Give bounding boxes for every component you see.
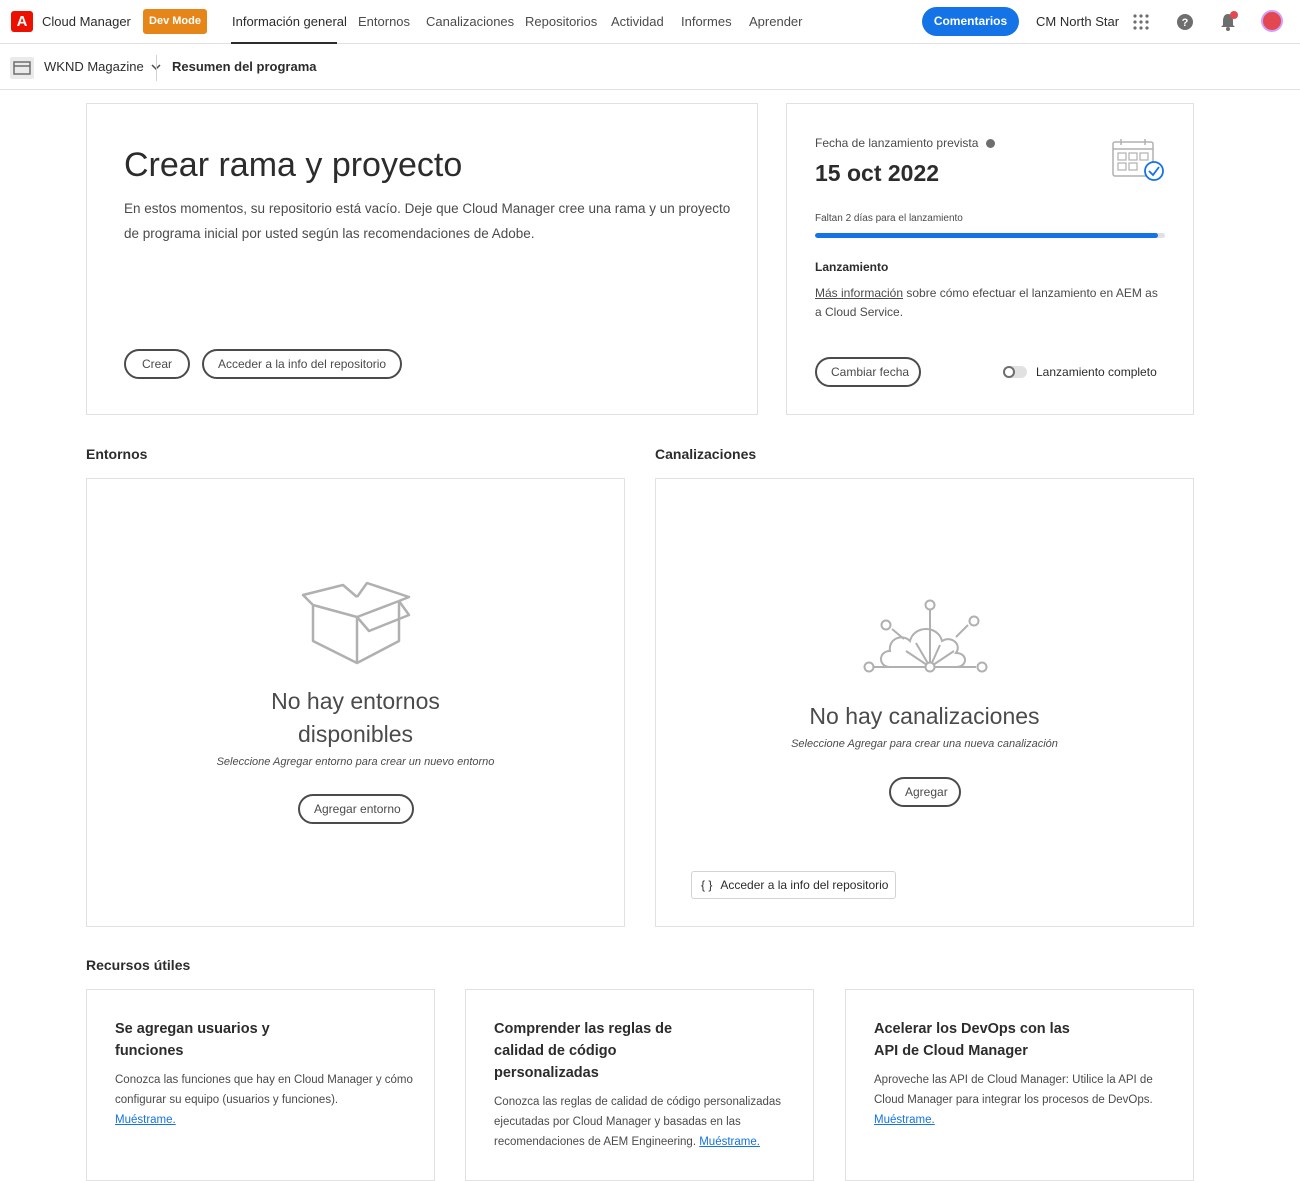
resources-heading: Recursos útiles — [86, 957, 191, 973]
create-button[interactable]: Crear — [124, 349, 190, 379]
dev-mode-badge[interactable]: Dev Mode — [143, 9, 207, 34]
nav-pipelines[interactable]: Canalizaciones — [426, 14, 514, 29]
launch-date-label: Fecha de lanzamiento prevista — [815, 136, 995, 150]
nav-environments[interactable]: Entornos — [358, 14, 410, 29]
pipelines-heading: Canalizaciones — [655, 446, 757, 462]
nav-overview[interactable]: Información general — [232, 14, 347, 29]
code-braces-icon: { } — [701, 878, 713, 892]
environments-empty-title-2: disponibles — [297, 721, 414, 747]
days-remaining: Faltan 2 días para el lanzamiento — [815, 213, 963, 224]
program-icon — [10, 57, 34, 79]
resource-title: Comprender las reglas de calidad de códi… — [494, 1021, 673, 1081]
change-date-button[interactable]: Cambiar fecha — [815, 357, 921, 387]
svg-text:?: ? — [1182, 17, 1189, 29]
nav-activity[interactable]: Actividad — [611, 14, 664, 29]
info-icon[interactable] — [985, 139, 995, 148]
nav-repositories[interactable]: Repositorios — [525, 14, 597, 29]
feedback-button[interactable]: Comentarios — [922, 7, 1019, 36]
app-name[interactable]: Cloud Manager — [42, 14, 131, 29]
environments-heading: Entornos — [86, 446, 148, 462]
environments-card: No hay entornos disponibles Seleccione A… — [86, 478, 625, 927]
launch-progress-fill — [815, 233, 1158, 238]
cloud-network-icon — [856, 595, 996, 684]
program-name: WKND Magazine — [44, 59, 144, 74]
resource-card-quality-rules: Comprender las reglas de calidad de códi… — [465, 989, 814, 1181]
launch-progress-bar — [815, 233, 1165, 238]
pipelines-empty-title: No hay canalizaciones — [809, 703, 1040, 729]
program-header: WKND Magazine Resumen del programa — [0, 45, 1300, 90]
launch-date: 15 oct 2022 — [815, 160, 940, 186]
apps-grid-icon[interactable] — [1129, 10, 1153, 34]
resource-card-api: Acelerar los DevOps con las API de Cloud… — [845, 989, 1194, 1181]
more-info-link[interactable]: Más información — [815, 286, 903, 300]
launch-card: Fecha de lanzamiento prevista 15 oct 202… — [786, 103, 1194, 415]
add-pipeline-button[interactable]: Agregar — [889, 777, 961, 807]
pipelines-repo-info-button[interactable]: { } Acceder a la info del repositorio — [691, 871, 896, 899]
top-nav: A Cloud Manager Dev Mode Información gen… — [0, 0, 1300, 44]
environments-empty-title-1: No hay entornos — [271, 688, 440, 714]
program-switcher[interactable]: WKND Magazine — [44, 59, 161, 74]
hero-title: Crear rama y proyecto — [124, 146, 463, 184]
nav-learn[interactable]: Aprender — [749, 14, 802, 29]
show-me-link[interactable]: Muéstrame. — [874, 1114, 935, 1126]
org-switcher[interactable]: CM North Star — [1036, 14, 1119, 29]
launch-complete-label: Lanzamiento completo — [1036, 365, 1157, 379]
nav-active-indicator — [231, 42, 337, 44]
hero-description: En estos momentos, su repositorio está v… — [124, 201, 731, 241]
launch-heading: Lanzamiento — [815, 260, 889, 274]
show-me-link[interactable]: Muéstrame. — [115, 1114, 176, 1126]
bell-icon[interactable] — [1216, 10, 1240, 34]
resource-text: Conozca las funciones que hay en Cloud M… — [115, 1074, 413, 1126]
empty-box-icon — [299, 579, 415, 672]
calendar-icon — [1111, 137, 1165, 188]
resource-title: Se agregan usuarios y funciones — [115, 1021, 270, 1059]
divider — [156, 55, 157, 81]
pipelines-empty-subtitle: Seleccione Agregar para crear una nueva … — [791, 738, 1058, 750]
resource-text: Conozca las reglas de calidad de código … — [494, 1096, 782, 1148]
toggle-knob — [1003, 366, 1015, 378]
nav-reports[interactable]: Informes — [681, 14, 732, 29]
help-icon[interactable]: ? — [1173, 10, 1197, 34]
launch-text: Más información sobre cómo efectuar el l… — [815, 286, 1158, 319]
repo-info-button[interactable]: Acceder a la info del repositorio — [202, 349, 402, 379]
environments-empty-subtitle: Seleccione Agregar entorno para crear un… — [216, 756, 495, 768]
page-title: Resumen del programa — [172, 59, 317, 74]
adobe-logo-icon[interactable]: A — [11, 11, 33, 32]
add-environment-button[interactable]: Agregar entorno — [298, 794, 414, 824]
resource-text: Aproveche las API de Cloud Manager: Util… — [874, 1074, 1153, 1126]
avatar[interactable] — [1261, 10, 1283, 32]
create-branch-card: Crear rama y proyecto En estos momentos,… — [86, 103, 758, 415]
show-me-link[interactable]: Muéstrame. — [699, 1136, 760, 1148]
resource-title: Acelerar los DevOps con las API de Cloud… — [874, 1021, 1070, 1059]
pipelines-card: No hay canalizaciones Seleccione Agregar… — [655, 478, 1194, 927]
resource-card-users: Se agregan usuarios y funciones Conozca … — [86, 989, 435, 1181]
launch-complete-toggle[interactable] — [1003, 366, 1027, 378]
